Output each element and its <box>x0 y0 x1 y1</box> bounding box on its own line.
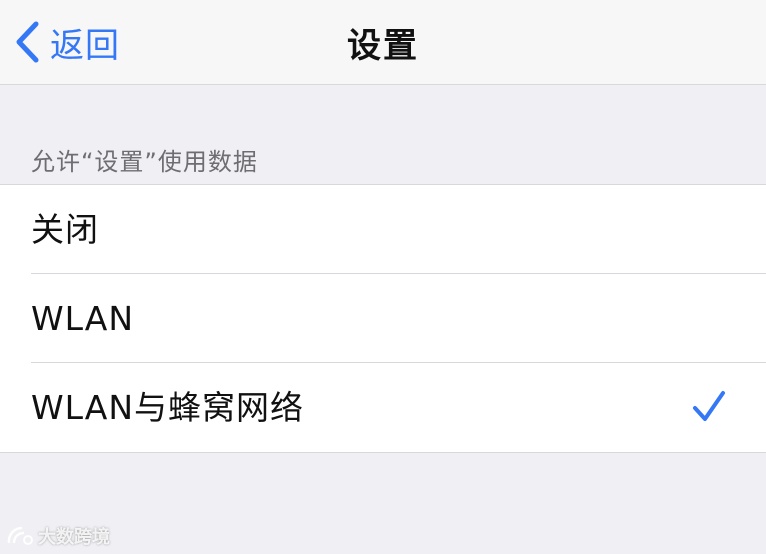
option-wlan[interactable]: WLAN <box>0 274 766 363</box>
data-usage-options-list: 关闭 WLAN WLAN与蜂窝网络 <box>0 184 766 453</box>
page-title: 设置 <box>347 26 419 66</box>
watermark-logo-icon <box>7 526 33 545</box>
option-label: WLAN与蜂窝网络 <box>31 388 305 427</box>
option-label: WLAN <box>31 299 135 338</box>
section-header: 允许“设置”使用数据 <box>31 148 258 176</box>
checkmark-icon <box>693 391 725 421</box>
watermark-text: 大数跨境 <box>38 527 110 548</box>
navigation-bar: 返回 设置 <box>0 0 766 85</box>
watermark: 大数跨境 <box>6 523 110 549</box>
option-label: 关闭 <box>31 210 99 249</box>
option-off[interactable]: 关闭 <box>0 185 766 274</box>
option-wlan-and-cellular[interactable]: WLAN与蜂窝网络 <box>0 363 766 452</box>
